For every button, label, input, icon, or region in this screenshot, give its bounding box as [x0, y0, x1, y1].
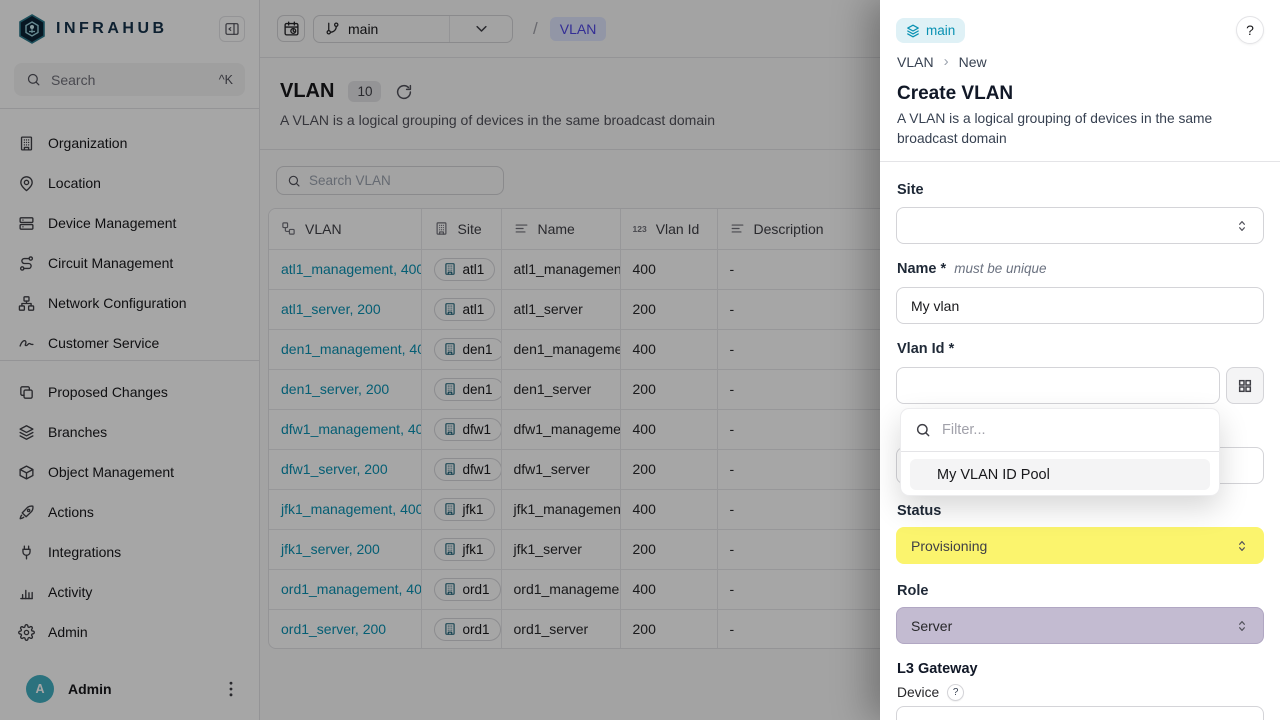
create-vlan-drawer: main ? VLAN › New Create VLAN A VLAN is … — [880, 0, 1280, 720]
drawer-divider — [880, 161, 1280, 162]
pool-options: My VLAN ID Pool — [901, 452, 1219, 496]
search-icon — [915, 422, 931, 438]
chevrons-up-down-icon — [1235, 539, 1249, 553]
pool-selector-button[interactable] — [1226, 367, 1264, 404]
device-label-row: Device ? — [897, 684, 964, 701]
name-unique-hint: must be unique — [954, 261, 1046, 276]
chevrons-up-down-icon — [1235, 619, 1249, 633]
drawer-title: Create VLAN — [897, 83, 1013, 105]
device-select[interactable] — [896, 706, 1264, 720]
name-label: Name * must be unique — [897, 261, 1047, 277]
device-help-button[interactable]: ? — [947, 684, 964, 701]
site-label: Site — [897, 182, 924, 198]
drawer-breadcrumb-action: New — [959, 54, 987, 70]
drawer-branch-badge[interactable]: main — [896, 18, 965, 43]
chevron-right-icon: › — [944, 53, 949, 70]
role-select-value: Server — [911, 618, 1235, 634]
status-select-value: Provisioning — [911, 538, 1235, 554]
role-select[interactable]: Server — [896, 607, 1264, 644]
chevrons-up-down-icon — [1235, 219, 1249, 233]
drawer-breadcrumb-object: VLAN — [897, 54, 934, 70]
vlan-id-label: Vlan Id * — [897, 341, 954, 357]
help-button[interactable]: ? — [1236, 16, 1264, 44]
name-input[interactable] — [896, 287, 1264, 324]
pool-filter-input[interactable] — [942, 422, 1205, 438]
pool-dropdown: My VLAN ID Pool — [900, 408, 1220, 496]
grid-pool-icon — [1237, 378, 1253, 394]
required-asterisk: * — [941, 261, 947, 277]
drawer-breadcrumb: VLAN › New — [897, 53, 987, 70]
required-asterisk: * — [949, 341, 955, 357]
drawer-branch-name: main — [926, 23, 955, 38]
vlan-id-input[interactable] — [896, 367, 1220, 404]
device-label: Device — [897, 685, 939, 700]
site-select[interactable] — [896, 207, 1264, 244]
status-label: Status — [897, 503, 941, 519]
drawer-subtitle: A VLAN is a logical grouping of devices … — [897, 109, 1259, 150]
pool-option-my-vlan-id-pool[interactable]: My VLAN ID Pool — [910, 459, 1210, 490]
l3-gateway-heading: L3 Gateway — [897, 661, 978, 677]
role-label: Role — [897, 583, 928, 599]
layers-icon — [906, 24, 920, 38]
pool-filter-row — [901, 409, 1219, 452]
status-select[interactable]: Provisioning — [896, 527, 1264, 564]
